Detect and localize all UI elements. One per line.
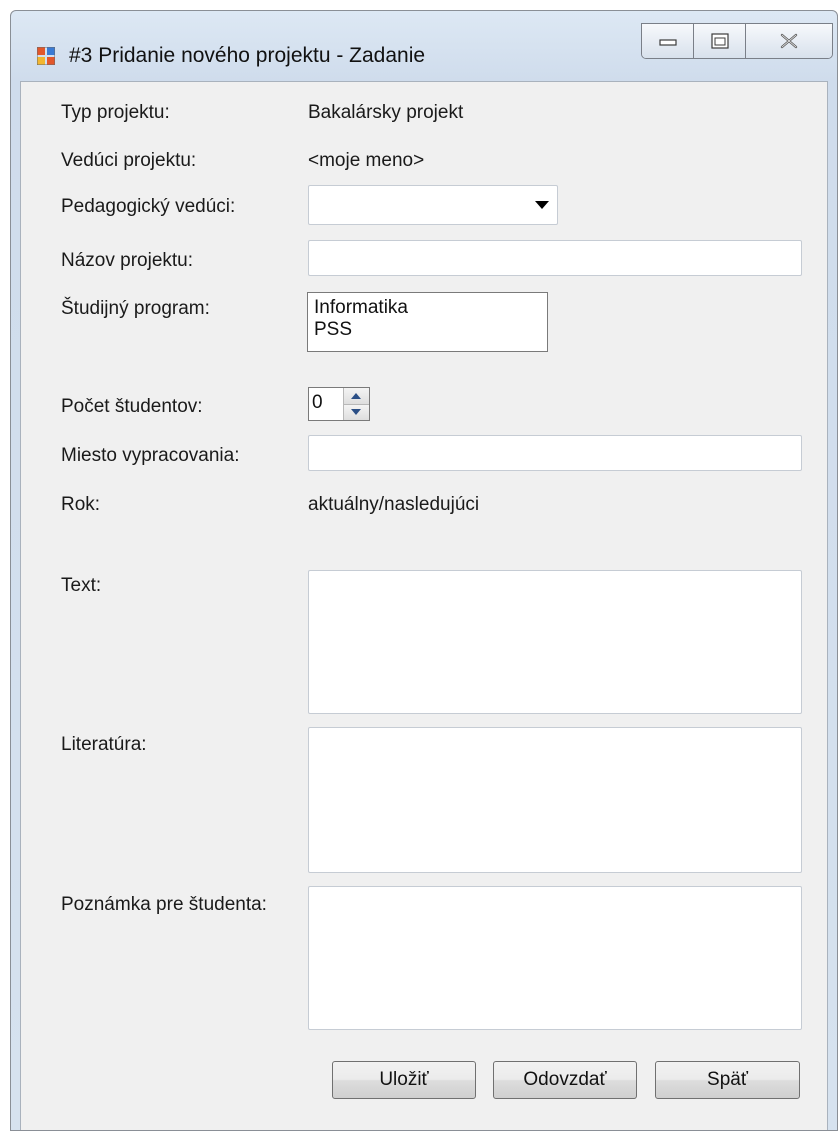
rok-label: Rok: xyxy=(61,494,101,515)
window-title: #3 Pridanie nového projektu - Zadanie xyxy=(69,44,426,67)
literatura-textarea[interactable] xyxy=(308,727,802,873)
poznamka-label: Poznámka pre študenta: xyxy=(61,894,267,915)
pocet-studentov-value: 0 xyxy=(312,392,323,413)
arrow-up-icon xyxy=(351,392,362,399)
pocet-studentov-label: Počet študentov: xyxy=(61,396,203,417)
miesto-vypracovania-label: Miesto vypracovania: xyxy=(61,445,240,466)
spin-up-button[interactable] xyxy=(343,388,369,405)
title-bar[interactable]: #3 Pridanie nového projektu - Zadanie xyxy=(11,11,837,81)
arrow-down-icon xyxy=(351,409,362,416)
rok-value: aktuálny/nasledujúci xyxy=(308,494,480,515)
typ-projektu-value: Bakalársky projekt xyxy=(308,102,464,123)
typ-projektu-label: Typ projektu: xyxy=(61,102,170,123)
form-client-area: Typ projektu: Bakalársky projekt Vedúci … xyxy=(20,81,828,1130)
close-icon xyxy=(780,33,798,49)
studijny-program-label: Študijný program: xyxy=(61,298,210,319)
nazov-projektu-label: Názov projektu: xyxy=(61,250,194,271)
literatura-label: Literatúra: xyxy=(61,734,147,755)
pocet-studentov-stepper[interactable]: 0 xyxy=(308,387,370,421)
text-label: Text: xyxy=(61,575,102,596)
chevron-down-icon xyxy=(535,201,549,209)
minimize-button[interactable] xyxy=(642,24,694,58)
spin-buttons xyxy=(342,388,369,420)
poznamka-textarea[interactable] xyxy=(308,886,802,1030)
maximize-icon xyxy=(710,33,729,49)
nazov-projektu-input[interactable] xyxy=(308,240,802,276)
minimize-icon xyxy=(658,39,677,46)
miesto-vypracovania-input[interactable] xyxy=(308,435,802,471)
pedagogicky-veduci-label: Pedagogický vedúci: xyxy=(61,196,236,217)
text-textarea[interactable] xyxy=(308,570,802,714)
pedagogicky-veduci-dropdown[interactable] xyxy=(308,185,558,225)
veduci-projektu-label: Vedúci projektu: xyxy=(61,150,197,171)
close-button[interactable] xyxy=(746,24,832,58)
odovzdat-button[interactable]: Odovzdať xyxy=(493,1061,637,1099)
studijny-program-listbox[interactable]: Informatika PSS xyxy=(307,292,548,352)
caption-buttons xyxy=(641,23,833,59)
spat-button[interactable]: Späť xyxy=(655,1061,800,1099)
list-item-program[interactable]: PSS xyxy=(314,319,541,341)
spin-down-button[interactable] xyxy=(343,404,369,420)
app-icon xyxy=(36,46,56,66)
veduci-projektu-value: <moje meno> xyxy=(308,150,425,171)
list-item-program[interactable]: Informatika xyxy=(314,297,541,319)
maximize-button[interactable] xyxy=(694,24,746,58)
dialog-window: #3 Pridanie nového projektu - Zadanie Ty… xyxy=(10,10,838,1131)
ulozit-button[interactable]: Uložiť xyxy=(332,1061,476,1099)
